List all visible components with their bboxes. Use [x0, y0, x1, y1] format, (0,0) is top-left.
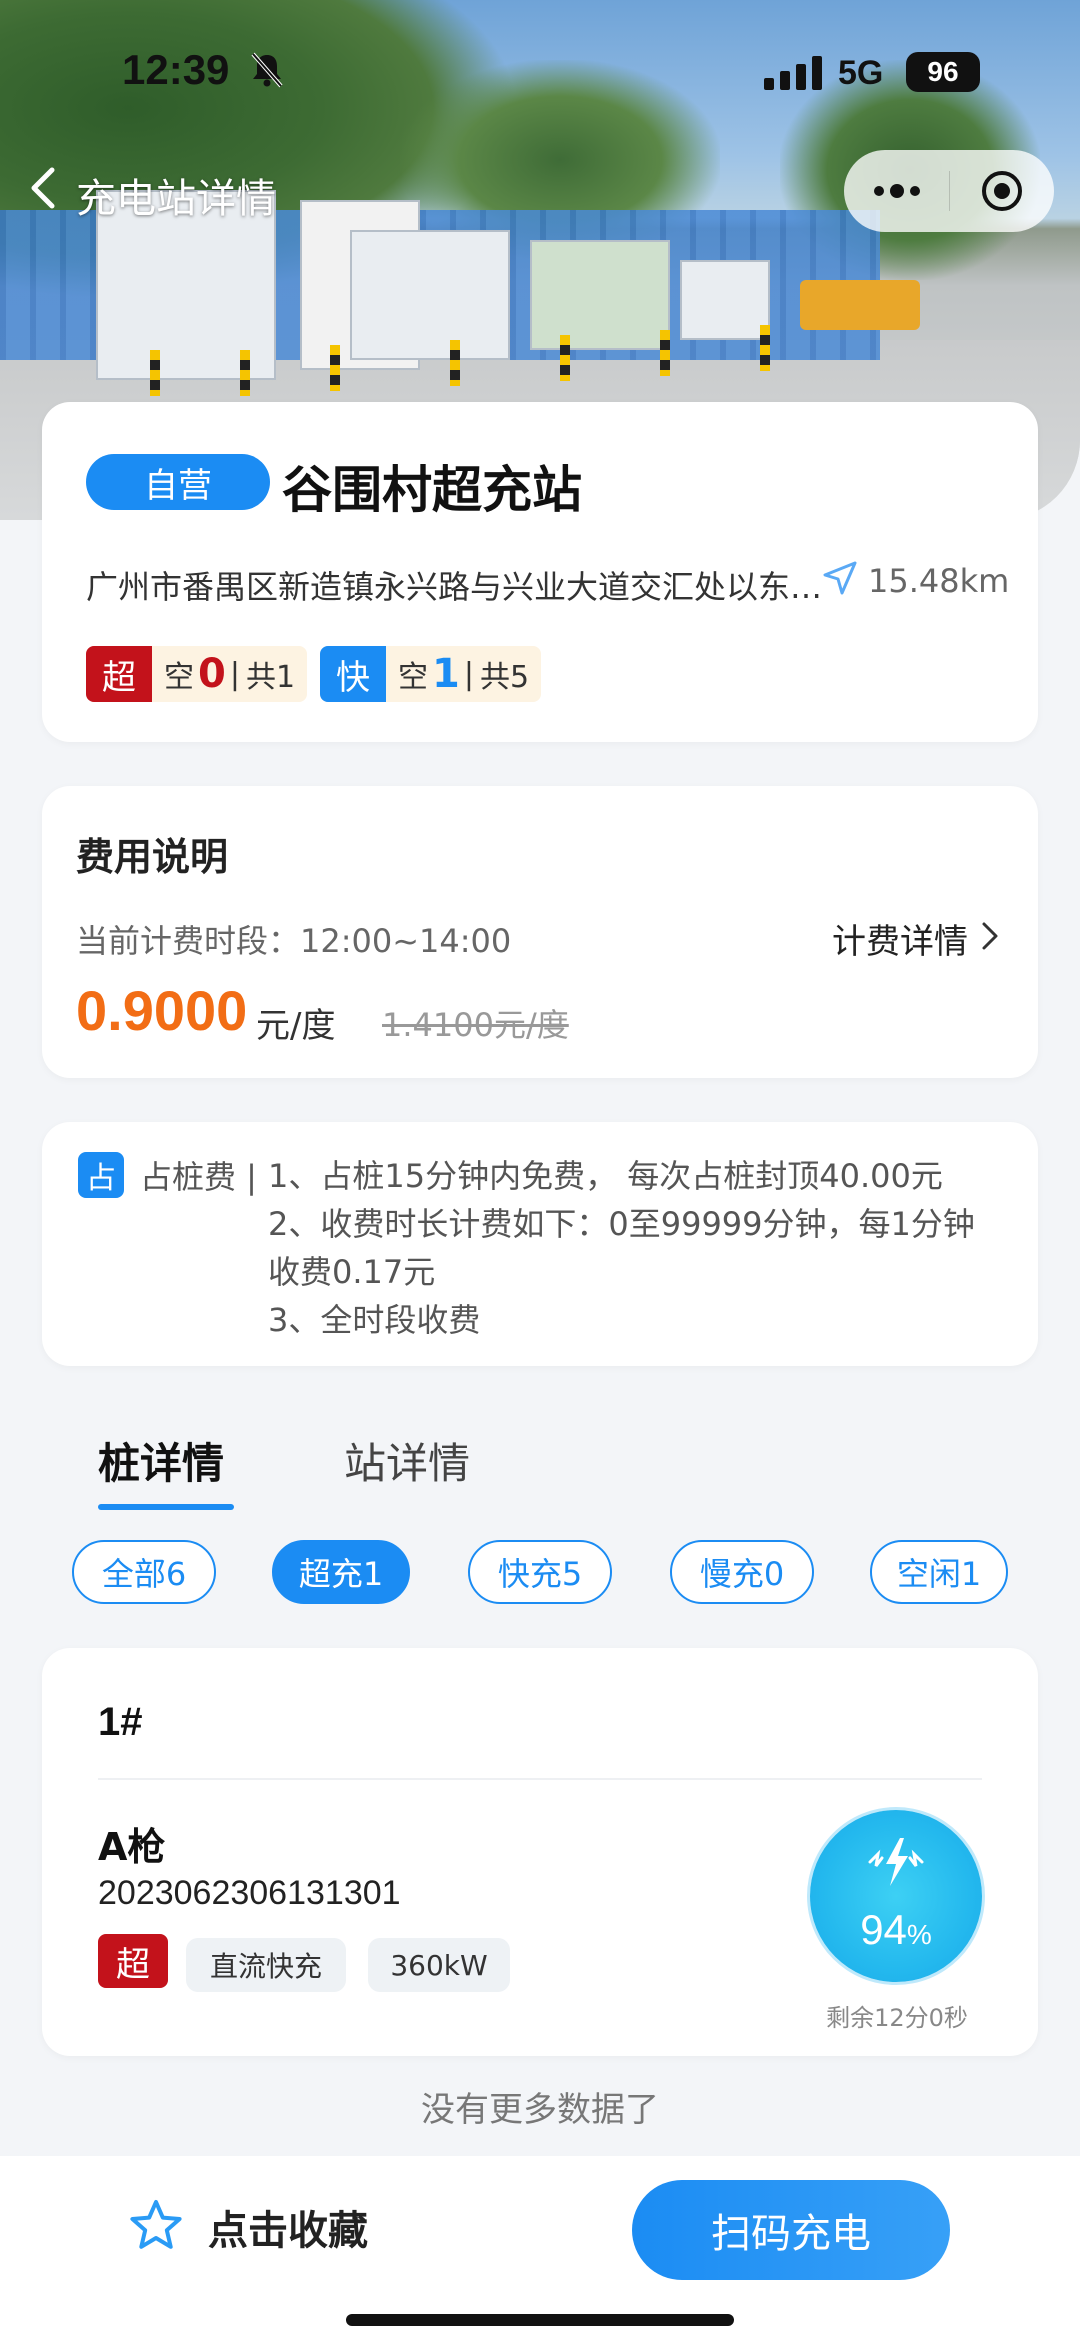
occupancy-rule: 3、全时段收费 [268, 1301, 481, 1339]
no-more-data: 没有更多数据了 [421, 2090, 659, 2130]
signal-icon [764, 56, 822, 90]
power-tag: 360kW [368, 1938, 510, 1992]
billing-period: 当前计费时段：12:00~14:00 [76, 922, 512, 960]
active-tab-indicator [98, 1504, 234, 1510]
station-distance: 15.48km [868, 562, 1010, 600]
bottom-action-bar: 点击收藏 扫码充电 [0, 2156, 1080, 2341]
close-miniprogram-button[interactable] [950, 150, 1054, 232]
fee-title: 费用说明 [76, 835, 229, 879]
charge-status-circle: 94% [810, 1810, 982, 1982]
fast-total-count: 共5 [479, 660, 530, 695]
station-address[interactable]: 广州市番禺区新造镇永兴路与兴业大道交汇处以东100米 [86, 562, 826, 608]
super-charge-label: 超 [86, 646, 152, 702]
page-title: 充电站详情 [76, 176, 276, 222]
scan-to-charge-button[interactable]: 扫码充电 [632, 2180, 950, 2280]
station-name: 谷围村超充站 [282, 461, 582, 519]
occupancy-rule: 收费0.17元 [268, 1253, 436, 1291]
occupancy-fee-card: 占 占桩费 | 1、占桩15分钟内免费， 每次占桩封顶40.00元 2、收费时长… [42, 1122, 1038, 1366]
super-total-count: 共1 [245, 660, 296, 695]
super-free-count: 0 [198, 651, 226, 697]
free-label: 空 [164, 660, 194, 695]
chevron-right-icon[interactable] [980, 920, 1000, 952]
current-price: 0.9000 [76, 979, 248, 1042]
charge-percent-value: 94 [860, 1906, 907, 1953]
charge-type-tag: 直流快充 [186, 1938, 346, 1992]
filter-fast[interactable]: 快充5 [468, 1540, 612, 1604]
filter-all[interactable]: 全部6 [72, 1540, 216, 1604]
occupancy-icon: 占 [78, 1152, 124, 1198]
tab-station-detail[interactable]: 站详情 [344, 1430, 470, 1491]
more-dots-icon [873, 184, 920, 198]
back-icon[interactable] [28, 166, 58, 210]
separator: | [463, 656, 474, 692]
tab-pile-detail[interactable]: 桩详情 [98, 1430, 224, 1491]
gun-serial: 2023062306131301 [98, 1874, 401, 1912]
occupancy-rule: 1、占桩15分钟内免费， 每次占桩封顶40.00元 [268, 1157, 943, 1195]
self-operated-badge: 自营 [86, 454, 270, 510]
star-icon[interactable] [128, 2198, 184, 2254]
filter-super[interactable]: 超充1 [272, 1540, 410, 1604]
percent-sign: % [906, 1919, 932, 1950]
occupancy-rule: 2、收费时长计费如下：0至99999分钟，每1分钟 [268, 1205, 975, 1243]
super-charge-badge: 超 [98, 1934, 168, 1988]
station-info-card: 自营 谷围村超充站 广州市番禺区新造镇永兴路与兴业大道交汇处以东100米 15.… [42, 402, 1038, 742]
gun-name: A枪 [98, 1825, 166, 1869]
filter-slow[interactable]: 慢充0 [670, 1540, 814, 1604]
filter-idle[interactable]: 空闲1 [870, 1540, 1008, 1604]
lightning-bolt-icon [868, 1838, 924, 1886]
fast-availability-chip: 快 空 1 | 共5 [320, 646, 542, 702]
price-unit: 元/度 [256, 1006, 336, 1046]
fast-charge-label: 快 [320, 646, 386, 702]
network-type: 5G [838, 54, 884, 92]
fee-detail-link[interactable]: 计费详情 [832, 914, 968, 963]
fee-card: 费用说明 当前计费时段：12:00~14:00 计费详情 0.9000 元/度 … [42, 786, 1038, 1078]
fast-free-count: 1 [432, 651, 460, 697]
pile-number: 1# [98, 1700, 143, 1744]
divider [98, 1778, 982, 1780]
pile-card[interactable]: 1# A枪 2023062306131301 超 直流快充 360kW 94% … [42, 1648, 1038, 2056]
free-label: 空 [398, 660, 428, 695]
charge-percent: 94% [810, 1906, 982, 1954]
battery-level: 96 [906, 52, 980, 92]
super-availability-chip: 超 空 0 | 共1 [86, 646, 308, 702]
favorite-button[interactable]: 点击收藏 [208, 2198, 368, 2256]
status-time: 12:39 [122, 46, 230, 93]
occupancy-rules: 1、占桩15分钟内免费， 每次占桩封顶40.00元 2、收费时长计费如下：0至9… [268, 1152, 1028, 1344]
mini-program-capsule [844, 150, 1054, 232]
target-circle-icon [982, 171, 1022, 211]
bell-off-icon [251, 52, 283, 88]
navigation-arrow-icon[interactable] [822, 560, 858, 596]
more-button[interactable] [844, 150, 949, 232]
remaining-time: 剩余12分0秒 [826, 2004, 968, 2032]
separator: | [229, 656, 240, 692]
occupancy-label: 占桩费 | [140, 1158, 257, 1196]
original-price: 1.4100元/度 [382, 1006, 569, 1044]
home-indicator [346, 2314, 734, 2326]
